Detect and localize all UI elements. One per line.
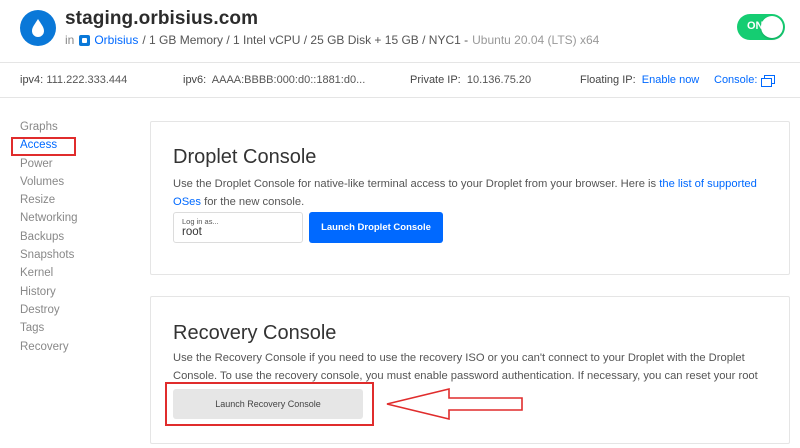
droplet-specs: / 1 GB Memory / 1 Intel vCPU / 25 GB Dis… <box>142 33 469 47</box>
private-ip-info: Private IP: 10.136.75.20 <box>410 74 531 86</box>
ipv6-info: ipv6: AAAA:BBBB:000:d0::1881:d0... <box>183 74 365 86</box>
project-icon <box>79 34 91 46</box>
ipv6-label: ipv6: <box>183 74 207 86</box>
access-highlight-annotation <box>11 137 76 156</box>
droplet-console-panel: Droplet Console Use the Droplet Console … <box>150 121 790 275</box>
ipv6-value[interactable]: AAAA:BBBB:000:d0::1881:d0... <box>212 74 366 86</box>
external-window-icon <box>761 75 776 87</box>
sidebar-item-graphs[interactable]: Graphs <box>20 118 120 136</box>
droplet-console-desc-suffix: for the new console. <box>204 196 305 208</box>
droplet-console-desc-prefix: Use the Droplet Console for native-like … <box>173 178 657 190</box>
droplet-header: staging.orbisius.com in Orbisius / 1 GB … <box>0 0 800 60</box>
console-link[interactable]: Console: <box>714 74 776 87</box>
sidebar-item-kernel[interactable]: Kernel <box>20 264 120 282</box>
toggle-knob <box>761 16 783 38</box>
droplet-name: staging.orbisius.com <box>65 8 259 29</box>
droplet-meta: in Orbisius / 1 GB Memory / 1 Intel vCPU… <box>65 33 599 47</box>
console-label: Console: <box>714 74 758 86</box>
sidebar-item-history[interactable]: History <box>20 283 120 301</box>
left-arrow-annotation-icon <box>386 387 523 421</box>
enable-floating-ip-link[interactable]: Enable now <box>642 74 700 86</box>
sidebar-item-volumes[interactable]: Volumes <box>20 173 120 191</box>
network-info-bar: ipv4: 111.222.333.444 ipv6: AAAA:BBBB:00… <box>0 62 800 98</box>
sidebar-item-snapshots[interactable]: Snapshots <box>20 246 120 264</box>
login-user-label: Log in as... <box>182 217 219 226</box>
ipv4-info: ipv4: 111.222.333.444 <box>20 74 127 86</box>
login-user-value: root <box>182 226 202 238</box>
in-text: in <box>65 33 75 47</box>
sidebar-item-tags[interactable]: Tags <box>20 319 120 337</box>
droplet-icon <box>20 10 56 46</box>
droplet-os: Ubuntu 20.04 (LTS) x64 <box>472 33 600 47</box>
recovery-button-highlight-annotation <box>165 382 374 426</box>
ipv4-value[interactable]: 111.222.333.444 <box>46 74 127 86</box>
sidebar-item-networking[interactable]: Networking <box>20 209 120 227</box>
sidebar-item-resize[interactable]: Resize <box>20 191 120 209</box>
private-ip-value[interactable]: 10.136.75.20 <box>467 74 531 86</box>
droplet-console-title: Droplet Console <box>173 146 317 168</box>
sidebar-item-recovery[interactable]: Recovery <box>20 338 120 356</box>
floating-ip-info: Floating IP: Enable now <box>580 74 699 86</box>
sidebar-item-power[interactable]: Power <box>20 155 120 173</box>
login-user-input[interactable]: Log in as... root <box>173 212 303 243</box>
droplet-console-description: Use the Droplet Console for native-like … <box>173 175 763 211</box>
sidebar-item-backups[interactable]: Backups <box>20 228 120 246</box>
project-link[interactable]: Orbisius <box>94 33 138 47</box>
ipv4-label: ipv4: <box>20 74 44 86</box>
launch-droplet-console-button[interactable]: Launch Droplet Console <box>309 212 443 243</box>
recovery-console-title: Recovery Console <box>173 322 337 344</box>
power-toggle[interactable]: ON <box>737 14 785 40</box>
sidebar-item-destroy[interactable]: Destroy <box>20 301 120 319</box>
floating-ip-label: Floating IP: <box>580 74 636 86</box>
private-ip-label: Private IP: <box>410 74 461 86</box>
